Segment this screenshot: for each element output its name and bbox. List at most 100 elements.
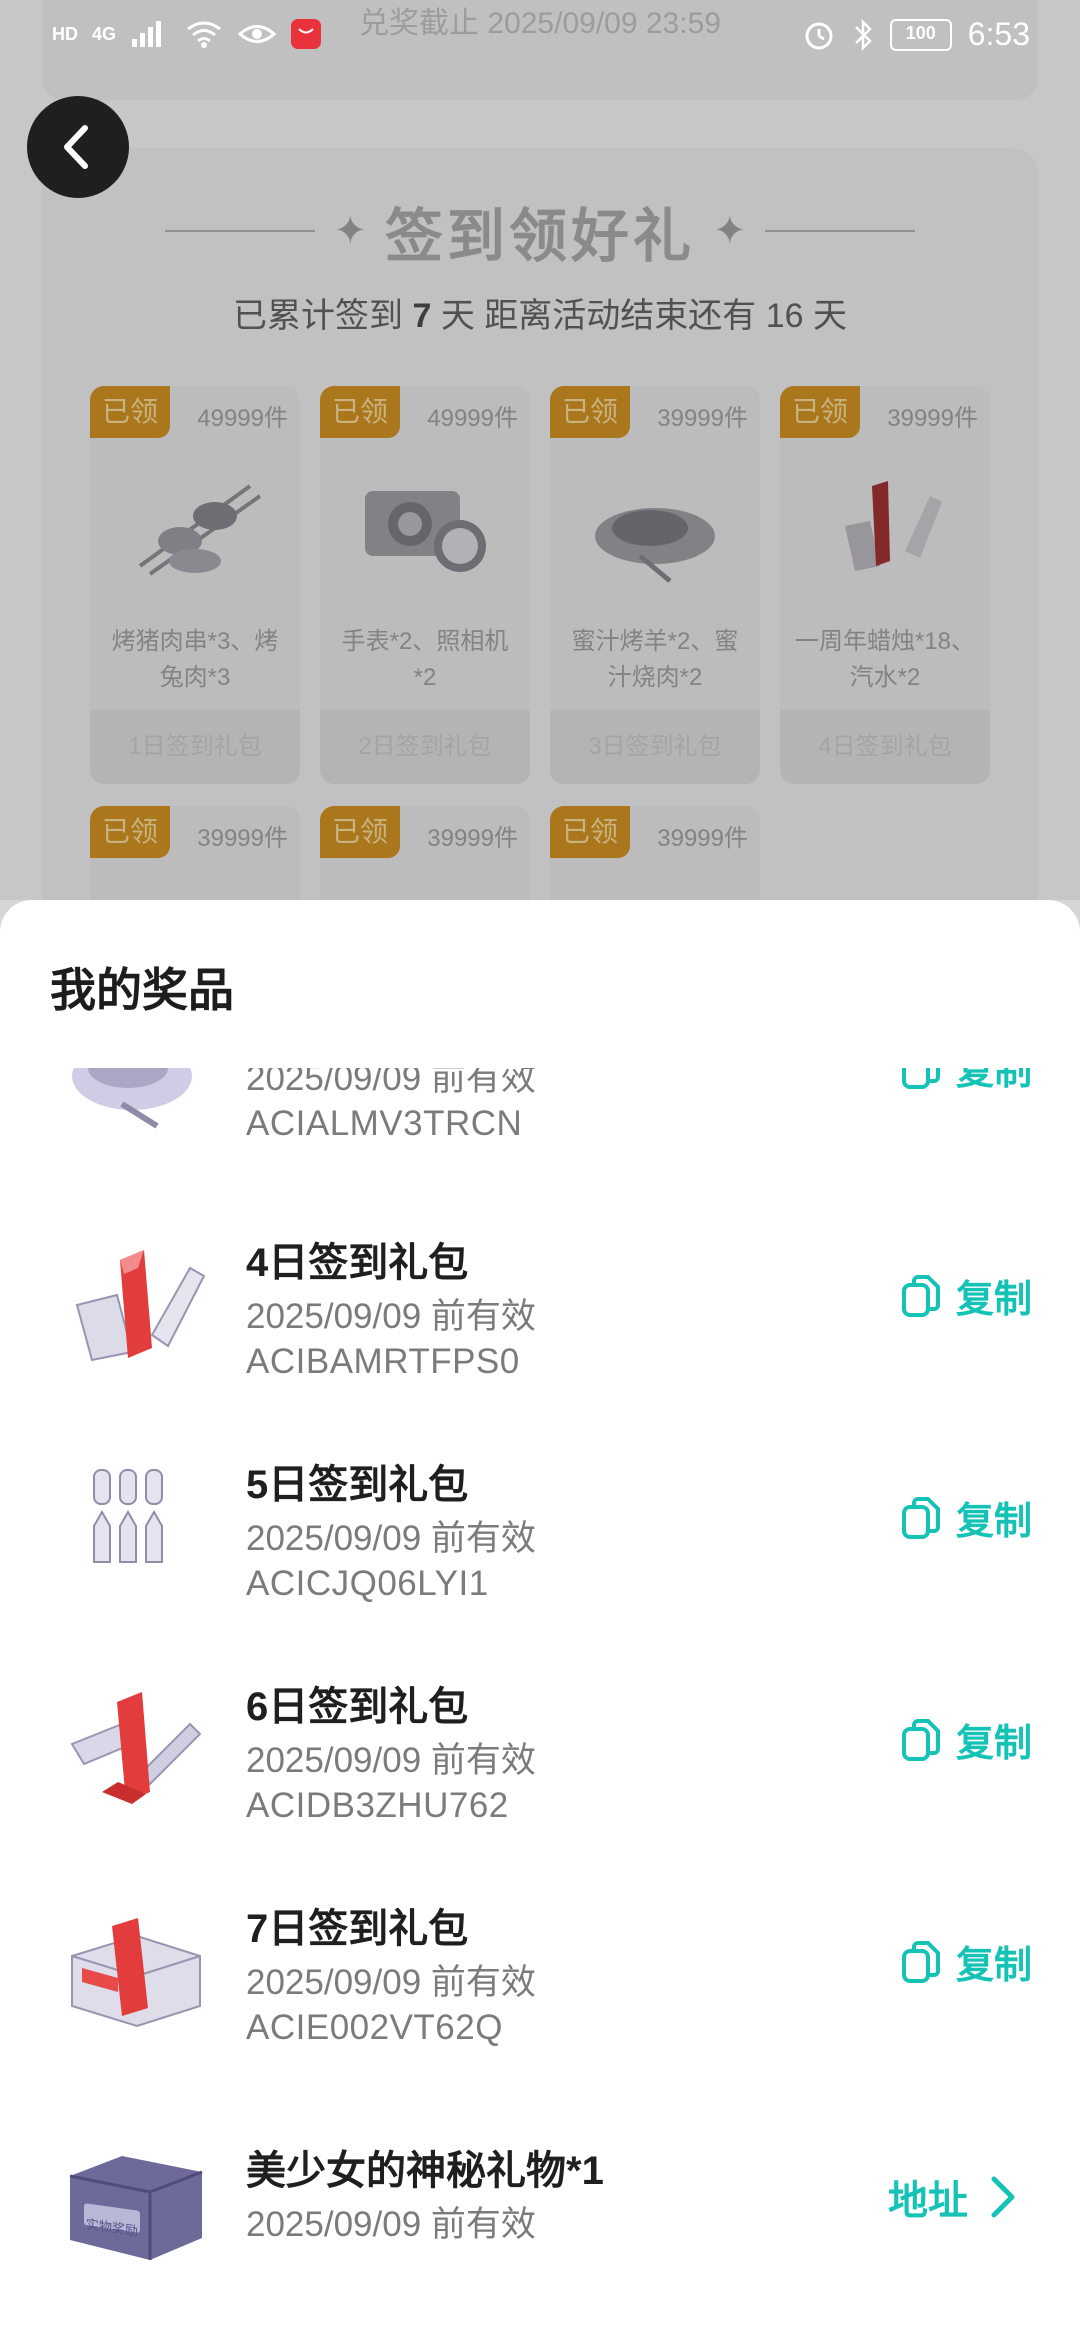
prize-row: 实物奖励 美少女的神秘礼物*1 2025/09/09 前有效 地址 <box>0 2118 1080 2340</box>
prize-code: ACIE002VT62Q <box>246 2008 503 2047</box>
title-divider-left <box>165 230 316 232</box>
mystery-box-icon: 实物奖励 <box>69 2156 203 2260</box>
status-bar: HD 4G 100 6:53 <box>0 0 1080 70</box>
prize-row: 4日签到礼包 2025/09/09 前有效 ACIBAMRTFPS0 复制 <box>0 1230 1080 1452</box>
copy-button[interactable]: 复制 <box>898 1712 1032 1767</box>
gift-card[interactable]: 已领 49999件 烤猪肉串*3、烤兔肉*3 1日签到礼包 <box>90 386 300 784</box>
progress-suffix: 天 <box>813 297 847 335</box>
copy-label: 复制 <box>955 1723 1032 1765</box>
copy-icon <box>901 1274 940 1317</box>
claimed-badge: 已领 <box>320 806 400 858</box>
gift-name: 一周年蜡烛*18、汽水*2 <box>794 628 976 691</box>
gift-name: 烤猪肉串*3、烤兔肉*3 <box>111 628 279 691</box>
signin-title: 签到领好礼 <box>384 204 695 269</box>
prize-row: 7日签到礼包 2025/09/09 前有效 ACIE002VT62Q 复制 <box>0 1896 1080 2118</box>
prize-code: ACIALMV3TRCN <box>246 1104 523 1143</box>
copy-button[interactable]: 复制 <box>898 1490 1032 1545</box>
prize-validity: 2025/09/09 前有效 <box>246 1297 536 1336</box>
claimed-badge: 已领 <box>320 386 400 438</box>
copy-button[interactable]: 复制 <box>898 1068 1032 1095</box>
progress-middle: 天 距离活动结束还有 <box>440 297 757 335</box>
prize-validity: 2025/09/09 前有效 <box>246 1519 536 1558</box>
alarm-icon <box>805 22 833 49</box>
clock: 6:53 <box>967 16 1030 52</box>
prize-name: 4日签到礼包 <box>246 1241 469 1285</box>
gift-name: 蜜汁烤羊*2、蜜汁烧肉*2 <box>571 628 739 691</box>
copy-label: 复制 <box>955 1945 1032 1987</box>
copy-label: 复制 <box>955 1279 1032 1321</box>
copy-button[interactable]: 复制 <box>898 1934 1032 1989</box>
gift-label: 3日签到礼包 <box>550 710 760 784</box>
battery-icon: 100 <box>889 18 952 51</box>
remaining-days: 16 <box>765 297 804 335</box>
address-button[interactable]: 地址 <box>888 2168 1018 2226</box>
claimed-badge: 已领 <box>780 386 860 438</box>
gift-label: 1日签到礼包 <box>90 710 300 784</box>
claimed-badge: 已领 <box>90 386 170 438</box>
chevron-right-icon <box>991 2176 1015 2218</box>
copy-label: 复制 <box>955 1501 1032 1543</box>
prize-code: ACIBAMRTFPS0 <box>246 1342 520 1381</box>
claimed-badge: 已领 <box>90 806 170 858</box>
sparkle-icon: ✦ <box>713 209 747 253</box>
battery-level: 100 <box>905 22 936 43</box>
prize-row: 6日签到礼包 2025/09/09 前有效 ACIDB3ZHU762 复制 <box>0 1674 1080 1896</box>
copy-label: 复制 <box>955 1068 1032 1093</box>
my-prizes-sheet: 我的奖品 2025/09/09 前有效 ACIALMV3TRCN 复制 4日签到… <box>0 900 1080 2340</box>
stock-count: 39999件 <box>887 405 978 432</box>
gift-card[interactable]: 已领 49999件 手表*2、照相机*2 2日签到礼包 <box>320 386 530 784</box>
gift-card[interactable]: 已领 39999件 一周年蜡烛*18、汽水*2 4日签到礼包 <box>780 386 990 784</box>
signed-days: 7 <box>412 297 432 335</box>
huawei-store-icon <box>291 19 322 49</box>
chevron-left-icon <box>64 125 88 169</box>
copy-icon <box>901 1940 940 1983</box>
gift-label: 2日签到礼包 <box>320 710 530 784</box>
signal-icon <box>132 21 162 47</box>
stock-count: 49999件 <box>427 405 518 432</box>
prize-name: 5日签到礼包 <box>246 1463 469 1507</box>
gift-card[interactable]: 已领 39999件 蜜汁烤羊*2、蜜汁烧肉*2 3日签到礼包 <box>550 386 760 784</box>
network-type: 4G <box>92 23 117 44</box>
stock-count: 39999件 <box>197 825 288 852</box>
copy-icon <box>901 1718 940 1761</box>
stock-count: 39999件 <box>427 825 518 852</box>
copy-icon <box>901 1068 940 1089</box>
back-button[interactable] <box>27 96 129 198</box>
prize-row: 5日签到礼包 2025/09/09 前有效 ACICJQ06LYI1 复制 <box>0 1452 1080 1674</box>
candle-soda-icon <box>845 481 942 571</box>
sparkle-icon: ✦ <box>333 209 367 253</box>
prize-validity: 2025/09/09 前有效 <box>246 2205 536 2244</box>
tools-gift-icon <box>70 1692 202 1804</box>
gift-name: 手表*2、照相机*2 <box>341 628 509 691</box>
signin-title-row: ✦ 签到领好礼 ✦ <box>42 196 1038 269</box>
prize-row: 2025/09/09 前有效 ACIALMV3TRCN 复制 <box>0 1068 1080 1230</box>
address-label: 地址 <box>888 2179 968 2223</box>
prize-code: ACIDB3ZHU762 <box>246 1786 509 1825</box>
stock-count: 39999件 <box>657 405 748 432</box>
prize-name: 7日签到礼包 <box>246 1907 469 1951</box>
prize-name: 美少女的神秘礼物*1 <box>246 2149 604 2193</box>
grill-gift-icon <box>72 1068 192 1129</box>
title-divider-right <box>764 230 915 232</box>
prize-code: ACICJQ06LYI1 <box>246 1564 489 1603</box>
copy-icon <box>901 1496 940 1539</box>
skewer-icon <box>138 484 262 576</box>
prize-list[interactable]: 2025/09/09 前有效 ACIALMV3TRCN 复制 4日签到礼包 20… <box>0 1068 1080 2340</box>
prize-validity: 2025/09/09 前有效 <box>246 1963 536 2002</box>
gift-label: 4日签到礼包 <box>780 710 990 784</box>
status-left: HD 4G <box>52 18 322 50</box>
prize-validity: 2025/09/09 前有效 <box>246 1068 536 1098</box>
box-gift-icon <box>71 1918 201 2028</box>
eye-icon <box>238 25 277 43</box>
candle-soda-icon <box>75 1250 206 1362</box>
sheet-title: 我的奖品 <box>50 964 234 1016</box>
claimed-badge: 已领 <box>550 806 630 858</box>
bullets-icon <box>93 1469 163 1563</box>
prize-validity: 2025/09/09 前有效 <box>246 1741 536 1780</box>
claimed-badge: 已领 <box>550 386 630 438</box>
background-page: 兑奖截止 2025/09/09 23:59 ✦ 签到领好礼 ✦ 已累计签到 7 … <box>0 0 1080 1204</box>
prize-name: 6日签到礼包 <box>246 1685 469 1729</box>
copy-button[interactable]: 复制 <box>898 1268 1032 1323</box>
camera-watch-icon <box>365 491 486 572</box>
signin-progress: 已累计签到 7 天 距离活动结束还有 16 天 <box>42 288 1038 337</box>
